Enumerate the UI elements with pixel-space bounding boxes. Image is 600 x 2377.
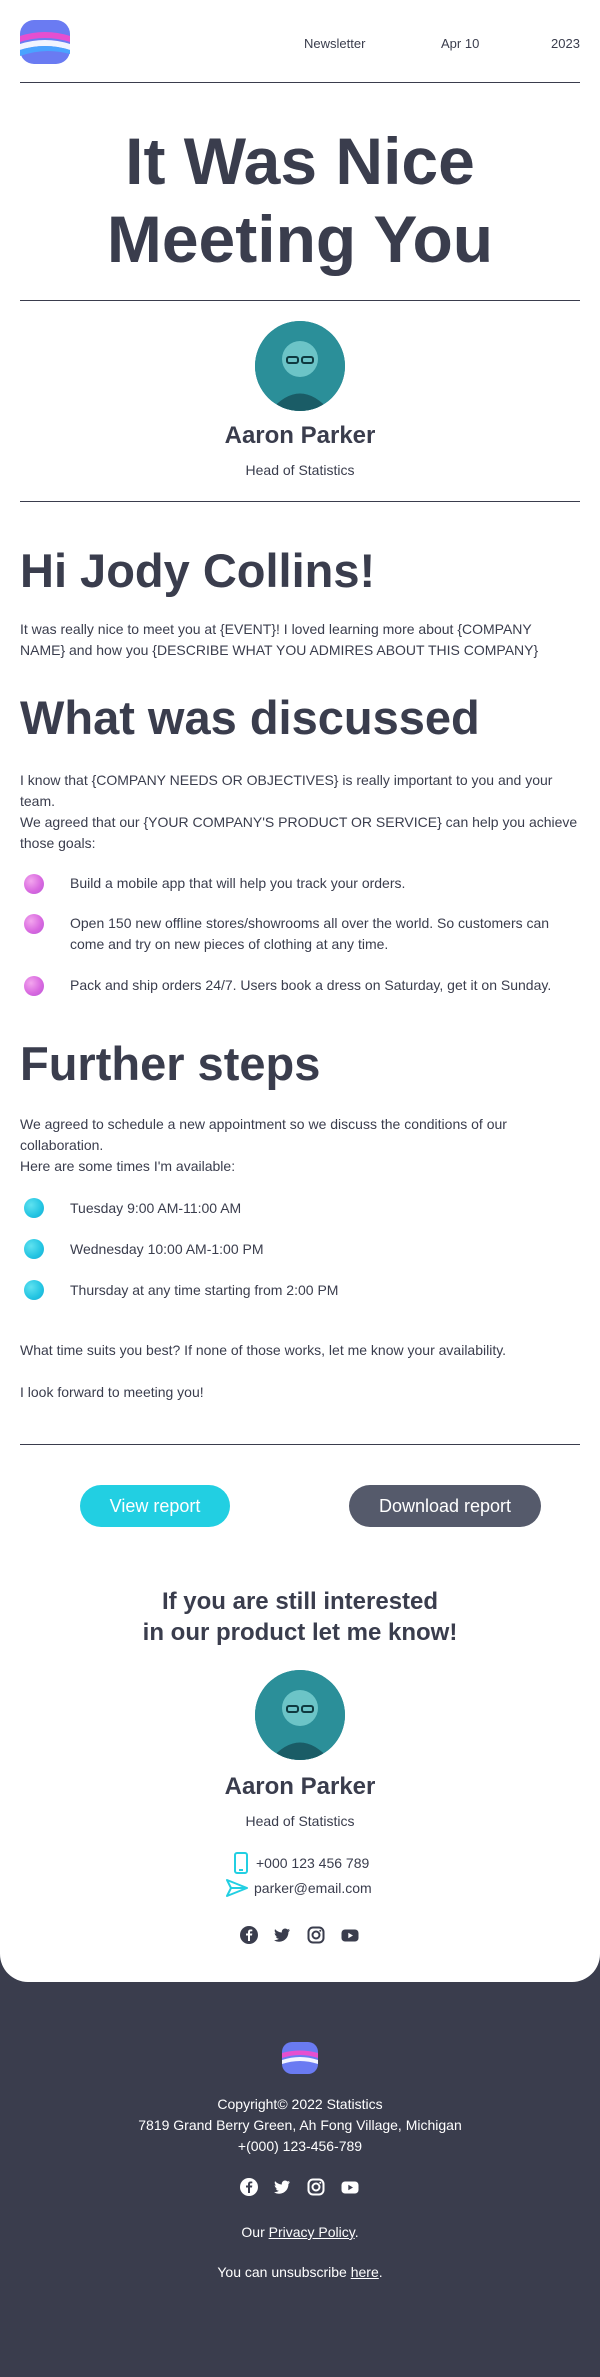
intro-line: It was really nice to meet you at {EVENT… (20, 621, 532, 637)
further-closing: I look forward to meeting you! (20, 1384, 204, 1400)
further-line: Here are some times I'm available: (20, 1158, 236, 1174)
logo-icon[interactable] (282, 2042, 318, 2074)
author-role: Head of Statistics (245, 1813, 355, 1829)
divider (20, 82, 580, 83)
youtube-icon[interactable] (341, 1926, 359, 1944)
hero-title: It Was Nice Meeting You (20, 122, 580, 278)
footer-phone: +(000) 123-456-789 (237, 2138, 363, 2154)
footer-info: Copyright© 2022 Statistics 7819 Grand Be… (0, 2094, 600, 2157)
goal-line: Pack and ship orders 24/7. Users book a … (70, 977, 552, 993)
time-option: Thursday at any time starting from 2:00 … (70, 1282, 339, 1298)
header-year: 2023 (551, 36, 580, 51)
facebook-icon[interactable] (240, 2178, 258, 2196)
send-icon (226, 1878, 248, 1898)
author-name: Aaron Parker (224, 1773, 376, 1800)
hero-title-line2: Meeting You (106, 202, 494, 276)
goal-line: Open 150 new offline stores/showrooms al… (70, 915, 550, 931)
instagram-icon[interactable] (307, 1926, 325, 1944)
divider (20, 300, 580, 301)
logo-icon[interactable] (20, 20, 70, 64)
discussed-line: those goals: (20, 835, 96, 851)
avatar (255, 1670, 345, 1760)
privacy-prefix: Our (241, 2224, 269, 2240)
further-line: collaboration. (20, 1137, 104, 1153)
time-option: Tuesday 9:00 AM-11:00 AM (70, 1200, 242, 1216)
twitter-icon[interactable] (273, 1926, 291, 1944)
unsubscribe-link[interactable]: here (351, 2264, 379, 2280)
unsubscribe-suffix: . (378, 2264, 383, 2280)
goal-item: Pack and ship orders 24/7. Users book a … (70, 975, 551, 996)
view-report-button[interactable]: View report (80, 1485, 230, 1527)
email-card: Newsletter Apr 10 2023 It Was Nice Meeti… (0, 0, 600, 1982)
further-heading: Further steps (20, 1037, 321, 1090)
footer-copyright: Copyright© 2022 Statistics (217, 2096, 383, 2112)
privacy-suffix: . (354, 2224, 359, 2240)
intro-text: It was really nice to meet you at {EVENT… (20, 619, 580, 661)
unsubscribe-prefix: You can unsubscribe (217, 2264, 351, 2280)
greeting-heading: Hi Jody Collins! (20, 544, 376, 597)
bullet-icon (24, 1198, 44, 1218)
goal-line: Build a mobile app that will help you tr… (70, 875, 406, 891)
cta-line: If you are still interested (161, 1588, 439, 1615)
instagram-icon[interactable] (307, 2178, 325, 2196)
divider (20, 501, 580, 502)
bullet-icon (24, 914, 44, 934)
bullet-icon (24, 976, 44, 996)
cta-text: If you are still interested in our produ… (0, 1586, 600, 1648)
time-option: Wednesday 10:00 AM-1:00 PM (70, 1241, 264, 1257)
header-newsletter: Newsletter (304, 36, 366, 51)
goal-line: come and try on new pieces of clothing a… (70, 936, 389, 952)
phone-icon (234, 1852, 248, 1874)
author-name: Aaron Parker (224, 422, 376, 449)
footer-privacy: Our Privacy Policy. (0, 2224, 600, 2240)
footer-unsubscribe: You can unsubscribe here. (0, 2264, 600, 2280)
footer-address: 7819 Grand Berry Green, Ah Fong Village,… (138, 2117, 462, 2133)
divider (20, 1444, 580, 1445)
discussed-text: I know that {COMPANY NEEDS OR OBJECTIVES… (20, 770, 580, 854)
further-question: What time suits you best? If none of tho… (20, 1342, 507, 1358)
discussed-line: We agreed that our {YOUR COMPANY'S PRODU… (20, 814, 578, 830)
facebook-icon[interactable] (240, 1926, 258, 1944)
intro-line: NAME} and how you {DESCRIBE WHAT YOU ADM… (20, 642, 539, 658)
avatar (255, 321, 345, 411)
bullet-icon (24, 1239, 44, 1259)
further-line: We agreed to schedule a new appointment … (20, 1116, 507, 1132)
download-report-button[interactable]: Download report (349, 1485, 541, 1527)
cta-line: in our product let me know! (142, 1619, 458, 1646)
discussed-line: team. (20, 793, 56, 809)
discussed-line: I know that {COMPANY NEEDS OR OBJECTIVES… (20, 772, 553, 788)
bullet-icon (24, 1280, 44, 1300)
twitter-icon[interactable] (273, 2178, 291, 2196)
contact-phone[interactable]: +000 123 456 789 (256, 1855, 369, 1871)
privacy-policy-link[interactable]: Privacy Policy (269, 2224, 355, 2240)
goal-item: Open 150 new offline stores/showrooms al… (70, 913, 580, 955)
author-role: Head of Statistics (245, 462, 355, 478)
goal-item: Build a mobile app that will help you tr… (70, 873, 405, 894)
header-date: Apr 10 (441, 36, 480, 51)
bullet-icon (24, 874, 44, 894)
discussed-heading: What was discussed (20, 691, 480, 744)
further-text: We agreed to schedule a new appointment … (20, 1114, 580, 1177)
youtube-icon[interactable] (341, 2178, 359, 2196)
hero-title-line1: It Was Nice (125, 124, 475, 198)
contact-email[interactable]: parker@email.com (254, 1880, 372, 1896)
